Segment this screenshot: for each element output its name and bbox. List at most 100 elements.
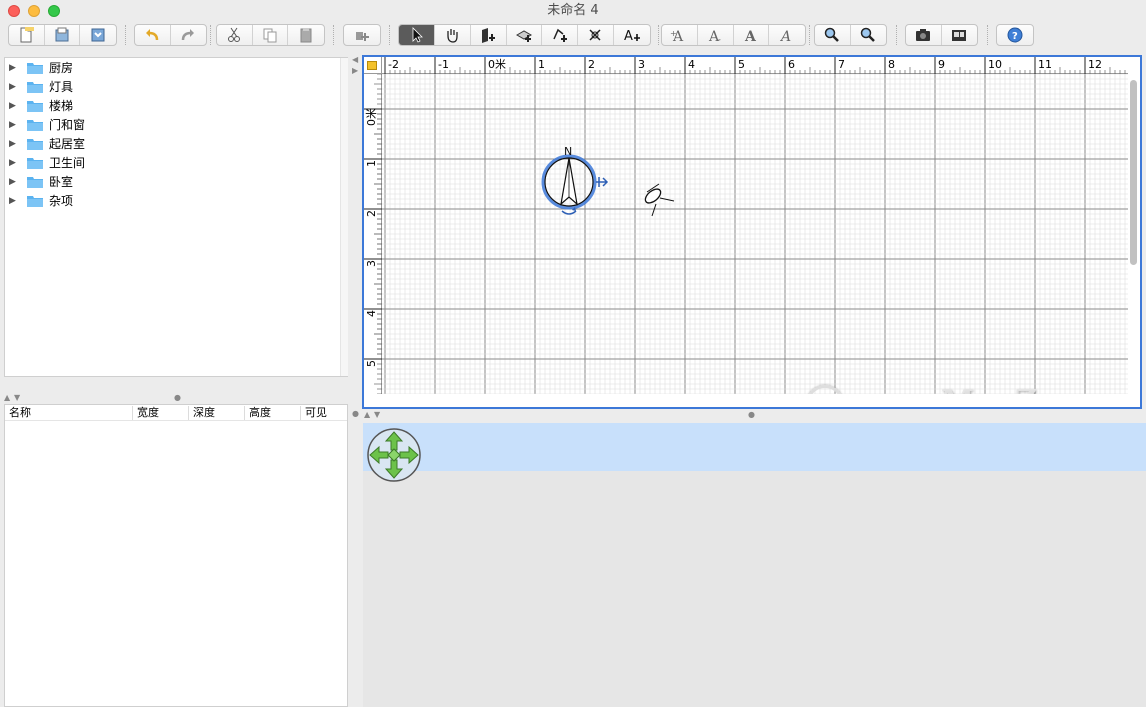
catalog-category[interactable]: ▶ 灯具 bbox=[9, 77, 73, 96]
svg-text:?: ? bbox=[1012, 31, 1018, 42]
vertical-split-divider[interactable]: ◀ ▶ ● bbox=[350, 55, 361, 707]
observer-camera[interactable] bbox=[643, 183, 675, 217]
increase-text-size-button[interactable]: A + bbox=[662, 25, 698, 45]
disclosure-triangle-icon[interactable]: ▶ bbox=[9, 177, 19, 187]
compass-rose[interactable]: N bbox=[541, 145, 597, 210]
paste-icon bbox=[300, 28, 312, 43]
toolbar-separator bbox=[658, 25, 659, 45]
right-split-divider[interactable]: ▲ ▼ ● bbox=[362, 410, 1146, 422]
plan-grid[interactable]: N www.MacZ.com bbox=[382, 74, 1128, 394]
split-down-arrow-icon[interactable]: ▼ bbox=[14, 393, 20, 402]
split-down-arrow-icon[interactable]: ▼ bbox=[374, 410, 380, 419]
help-button[interactable]: ? bbox=[997, 25, 1033, 45]
column-header-width[interactable]: 宽度 bbox=[133, 406, 189, 420]
disclosure-triangle-icon[interactable]: ▶ bbox=[9, 196, 19, 206]
zoom-window-button[interactable] bbox=[48, 5, 60, 17]
create-polylines-button[interactable] bbox=[542, 25, 579, 45]
zoom-out-button[interactable] bbox=[851, 25, 887, 45]
split-up-arrow-icon[interactable]: ▲ bbox=[4, 393, 10, 402]
catalog-category[interactable]: ▶ 门和窗 bbox=[9, 115, 85, 134]
create-walls-button[interactable] bbox=[471, 25, 507, 45]
create-photo-button[interactable] bbox=[906, 25, 942, 45]
catalog-category[interactable]: ▶ 厨房 bbox=[9, 58, 73, 77]
select-mode-button[interactable] bbox=[399, 25, 435, 45]
column-header-visible[interactable]: 可见 bbox=[301, 406, 347, 420]
split-grip-icon[interactable]: ● bbox=[748, 410, 755, 419]
create-rooms-icon bbox=[515, 30, 533, 42]
split-right-arrow-icon[interactable]: ▶ bbox=[352, 66, 358, 75]
split-left-arrow-icon[interactable]: ◀ bbox=[352, 55, 358, 64]
ruler-tick-label: 10 bbox=[988, 58, 1002, 71]
open-button[interactable] bbox=[45, 25, 81, 45]
ruler-tick-label: 0米 bbox=[365, 108, 378, 126]
decrease-text-size-button[interactable]: A- bbox=[698, 25, 734, 45]
plan-scroll-thumb[interactable] bbox=[1130, 80, 1137, 265]
plan-vertical-scrollbar[interactable] bbox=[1128, 74, 1138, 394]
create-video-button[interactable] bbox=[942, 25, 978, 45]
column-header-depth[interactable]: 深度 bbox=[189, 406, 245, 420]
ruler-tick-label: 12 bbox=[1088, 58, 1102, 71]
create-dimensions-icon bbox=[589, 29, 601, 41]
italic-text-button[interactable]: A bbox=[769, 25, 805, 45]
folder-icon bbox=[27, 119, 43, 131]
catalog-category[interactable]: ▶ 楼梯 bbox=[9, 96, 73, 115]
toolbar-separator bbox=[389, 25, 390, 45]
undo-button[interactable] bbox=[135, 25, 171, 45]
pan-mode-button[interactable] bbox=[435, 25, 471, 45]
minimize-window-button[interactable] bbox=[28, 5, 40, 17]
paste-button[interactable] bbox=[288, 25, 324, 45]
add-text-button[interactable]: A bbox=[614, 25, 650, 45]
disclosure-triangle-icon[interactable]: ▶ bbox=[9, 139, 19, 149]
disclosure-triangle-icon[interactable]: ▶ bbox=[9, 63, 19, 73]
add-furniture-button[interactable] bbox=[344, 25, 380, 45]
ruler-tick-label: 7 bbox=[838, 58, 845, 71]
bold-text-button[interactable]: A bbox=[734, 25, 770, 45]
catalog-category[interactable]: ▶ 杂项 bbox=[9, 191, 73, 210]
catalog-category[interactable]: ▶ 卫生间 bbox=[9, 153, 85, 172]
column-header-height[interactable]: 高度 bbox=[245, 406, 301, 420]
catalog-category[interactable]: ▶ 卧室 bbox=[9, 172, 73, 191]
catalog-category[interactable]: ▶ 起居室 bbox=[9, 134, 85, 153]
redo-button[interactable] bbox=[171, 25, 207, 45]
disclosure-triangle-icon[interactable]: ▶ bbox=[9, 82, 19, 92]
bold-text-icon: A bbox=[744, 29, 757, 43]
compass-resize-handle[interactable] bbox=[596, 177, 609, 187]
split-up-arrow-icon[interactable]: ▲ bbox=[364, 410, 370, 419]
catalog-category-label: 楼梯 bbox=[49, 99, 74, 113]
increase-text-size-icon: A+ bbox=[670, 29, 684, 43]
catalog-category-label: 起居室 bbox=[49, 137, 86, 151]
ruler-tick-label: 8 bbox=[888, 58, 895, 71]
disclosure-triangle-icon[interactable]: ▶ bbox=[9, 120, 19, 130]
toolbar-separator bbox=[210, 25, 211, 45]
new-home-button[interactable] bbox=[9, 25, 45, 45]
zoom-in-button[interactable] bbox=[815, 25, 851, 45]
copy-icon bbox=[263, 28, 277, 43]
save-button[interactable] bbox=[80, 25, 116, 45]
catalog-scrollbar[interactable] bbox=[340, 58, 348, 376]
copy-button[interactable] bbox=[253, 25, 289, 45]
create-dimensions-button[interactable] bbox=[578, 25, 615, 45]
folder-icon bbox=[27, 81, 43, 93]
split-grip-icon[interactable]: ● bbox=[174, 393, 181, 402]
help-group: ? bbox=[996, 24, 1034, 46]
pan-hand-icon bbox=[447, 29, 458, 43]
column-header-name[interactable]: 名称 bbox=[5, 406, 133, 420]
close-window-button[interactable] bbox=[8, 5, 20, 17]
ruler-tick-label: 3 bbox=[365, 260, 378, 267]
watermark-text: www.MacZ.com bbox=[852, 384, 1122, 394]
ruler-tick-label: 11 bbox=[1038, 58, 1052, 71]
navigation-arrows-icon[interactable] bbox=[367, 426, 421, 484]
disclosure-triangle-icon[interactable]: ▶ bbox=[9, 101, 19, 111]
disclosure-triangle-icon[interactable]: ▶ bbox=[9, 158, 19, 168]
decrease-text-size-icon: A- bbox=[708, 29, 721, 43]
create-rooms-button[interactable] bbox=[507, 25, 543, 45]
left-split-divider[interactable]: ▲ ▼ ● bbox=[4, 393, 348, 403]
3d-view[interactable] bbox=[363, 423, 1146, 707]
plan-view[interactable]: -2 -1 0米 1 2 3 4 5 6 7 8 9 10 11 12 0米 1 2 3 4 5 N bbox=[362, 55, 1142, 409]
plan-mode-group: A bbox=[398, 24, 651, 46]
split-grip-icon[interactable]: ● bbox=[352, 409, 359, 418]
catalog-category-label: 卧室 bbox=[49, 175, 74, 189]
cut-button[interactable] bbox=[217, 25, 253, 45]
vertical-ruler: 0米 1 2 3 4 5 bbox=[364, 63, 382, 405]
ruler-tick-label: -2 bbox=[388, 58, 399, 71]
